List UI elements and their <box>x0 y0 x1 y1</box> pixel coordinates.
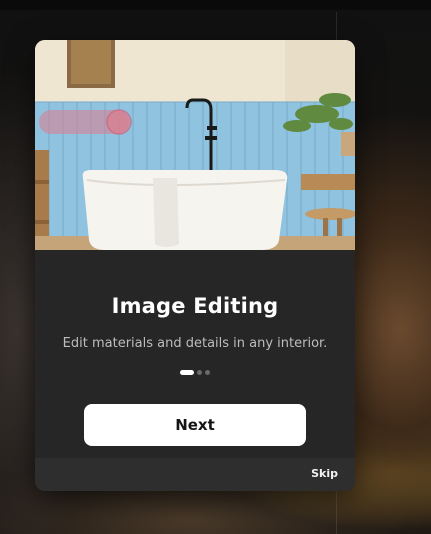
pagination-dot[interactable] <box>197 370 202 375</box>
pagination-dot[interactable] <box>205 370 210 375</box>
app-window: Image Editing Edit materials and details… <box>0 0 431 534</box>
top-bar <box>0 0 431 10</box>
skip-button[interactable]: Skip <box>311 467 338 480</box>
onboarding-content: Image Editing Edit materials and details… <box>35 250 355 458</box>
onboarding-title: Image Editing <box>111 294 279 318</box>
onboarding-footer: Skip <box>35 458 355 491</box>
onboarding-dialog: Image Editing Edit materials and details… <box>35 40 355 491</box>
pagination-dots <box>35 370 355 375</box>
pagination-dot-active[interactable] <box>180 370 194 375</box>
hero-image <box>35 40 355 250</box>
next-button[interactable]: Next <box>84 404 306 446</box>
onboarding-subtitle: Edit materials and details in any interi… <box>62 336 328 351</box>
